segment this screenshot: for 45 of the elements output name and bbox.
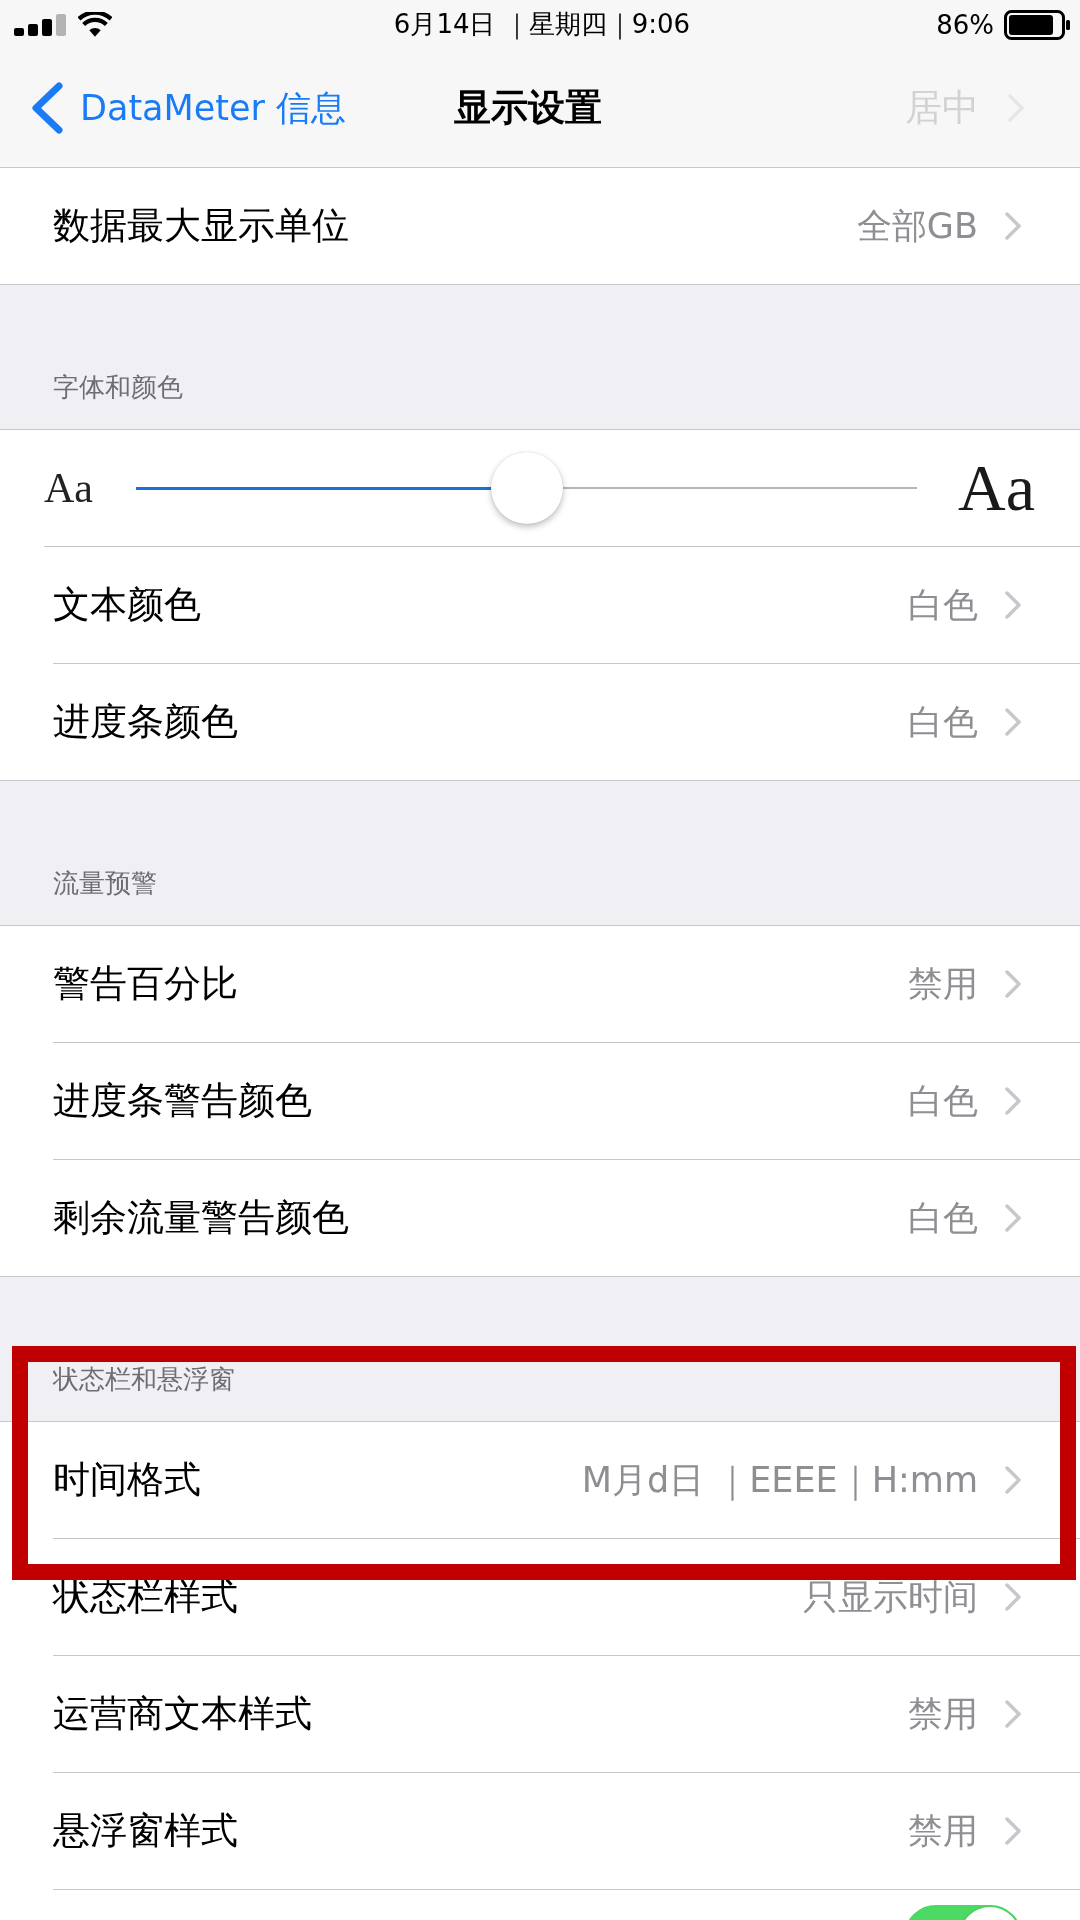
row-value: 禁用	[908, 1692, 978, 1736]
section-header: 状态栏和悬浮窗	[53, 1363, 235, 1396]
row-value: 白色	[908, 700, 978, 744]
row-label: 进度条颜色	[53, 699, 239, 745]
wifi-icon	[78, 12, 112, 37]
row-value: 禁用	[908, 1809, 978, 1853]
chevron-icon	[1004, 1086, 1022, 1116]
row-label: 状态栏样式	[53, 1574, 239, 1620]
battery-percent: 86%	[936, 9, 994, 40]
row-value: 只显示时间	[803, 1575, 978, 1619]
row-label: 数据最大显示单位	[53, 203, 350, 249]
status-time: 6月14日 ｜星期四｜9:06	[393, 8, 691, 42]
row-label: 运营商文本样式	[53, 1691, 313, 1737]
nav-title: 显示设置	[453, 85, 602, 131]
row-label: 进度条警告颜色	[53, 1078, 313, 1124]
chevron-icon	[1004, 1582, 1022, 1612]
chevron-icon	[1004, 969, 1022, 999]
row-value: M月d日 ｜EEEE｜H:mm	[581, 1458, 978, 1503]
row-label: 剩余流量警告颜色	[53, 1195, 350, 1241]
chevron-icon	[1004, 707, 1022, 737]
signal-icon	[14, 13, 68, 36]
small-text-sample: Aa	[44, 464, 94, 512]
back-button[interactable]: DataMeter 信息	[30, 82, 347, 134]
battery-icon	[1004, 9, 1070, 40]
row-label: 警告百分比	[53, 961, 239, 1007]
back-chevron-icon	[30, 82, 64, 134]
section-header: 流量预警	[53, 867, 157, 900]
chevron-icon	[1004, 590, 1022, 620]
chevron-icon	[1004, 211, 1022, 241]
row-value: 白色	[908, 1196, 978, 1240]
section-header: 字体和颜色	[53, 371, 183, 404]
large-text-sample: Aa	[958, 450, 1035, 526]
row-label: 时间格式	[53, 1457, 202, 1503]
row-value: 全部GB	[856, 204, 978, 248]
row-value: 白色	[908, 583, 978, 627]
row-label: 文本颜色	[53, 582, 202, 628]
row-label: 悬浮窗样式	[53, 1808, 239, 1854]
chevron-icon	[1004, 1203, 1022, 1233]
row-value: 白色	[908, 1079, 978, 1123]
slider-thumb[interactable]	[490, 452, 563, 524]
row-value: 禁用	[908, 962, 978, 1006]
chevron-icon	[1004, 1816, 1022, 1846]
chevron-icon	[1004, 1465, 1022, 1495]
chevron-icon	[1004, 1699, 1022, 1729]
font-size-slider[interactable]	[136, 452, 918, 524]
